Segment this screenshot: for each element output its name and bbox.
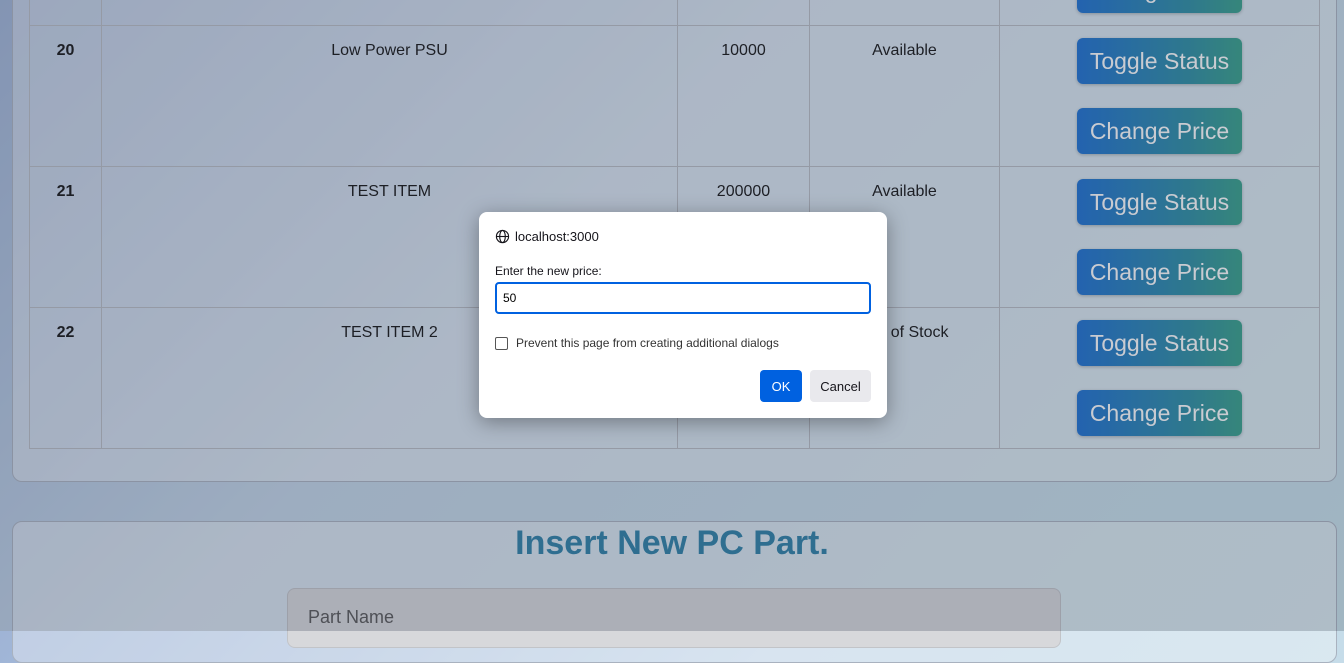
prevent-dialogs-label: Prevent this page from creating addition…	[516, 336, 779, 350]
cancel-button[interactable]: Cancel	[810, 370, 871, 402]
globe-icon	[495, 229, 510, 244]
prevent-dialogs-row[interactable]: Prevent this page from creating addition…	[495, 336, 779, 350]
dialog-message: Enter the new price:	[495, 264, 602, 278]
ok-button[interactable]: OK	[760, 370, 802, 402]
prevent-dialogs-checkbox[interactable]	[495, 336, 508, 350]
prompt-dialog: localhost:3000 Enter the new price: Prev…	[479, 212, 887, 418]
new-price-input[interactable]	[495, 282, 871, 314]
dialog-origin-text: localhost:3000	[515, 229, 599, 244]
dialog-origin: localhost:3000	[495, 229, 599, 244]
